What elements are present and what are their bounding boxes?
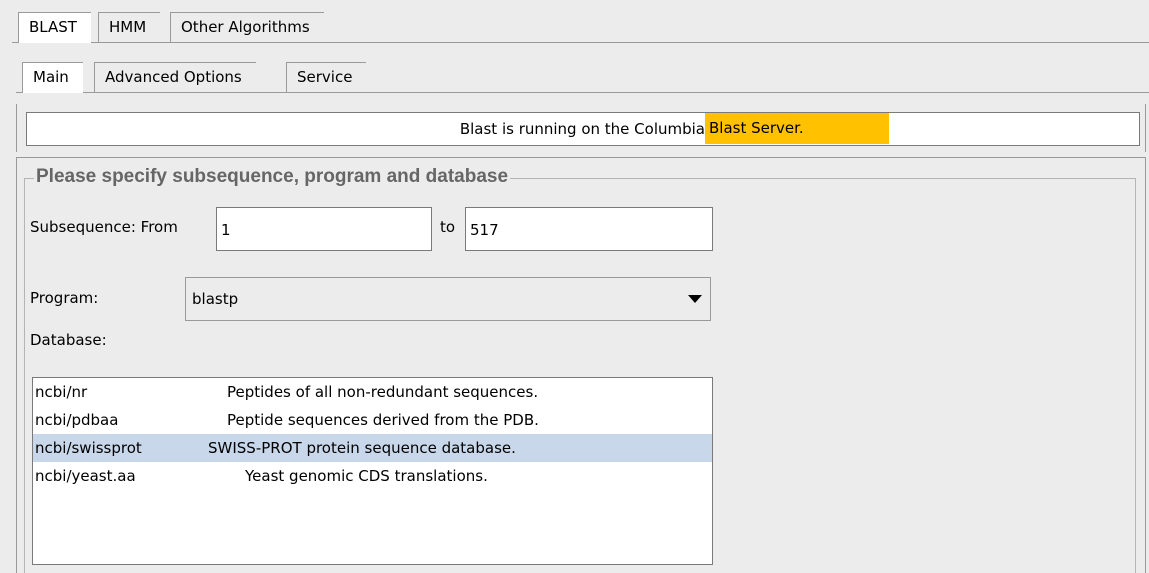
- subsequence-label: Subsequence: From: [30, 218, 178, 236]
- tab-service-label: Service: [297, 68, 353, 86]
- database-name: ncbi/yeast.aa: [35, 467, 136, 485]
- algorithm-tab-bar: BLAST HMM Other Algorithms: [12, 8, 1149, 43]
- program-label: Program:: [30, 289, 99, 307]
- database-list-item-selected[interactable]: ncbi/swissprot SWISS-PROT protein sequen…: [33, 434, 712, 462]
- status-highlight: Blast Server.: [705, 113, 889, 144]
- tab-main-label: Main: [33, 68, 69, 86]
- blast-dialog: BLAST HMM Other Algorithms Main Advanced…: [0, 0, 1149, 573]
- program-select-value: blastp: [192, 290, 239, 308]
- subsequence-from-input[interactable]: 1: [216, 207, 432, 251]
- database-list-item[interactable]: ncbi/pdbaa Peptide sequences derived fro…: [33, 406, 712, 434]
- subsequence-to-input[interactable]: 517: [465, 207, 713, 251]
- tab-other-algorithms-label: Other Algorithms: [181, 18, 310, 36]
- database-name: ncbi/nr: [35, 383, 88, 401]
- program-select[interactable]: blastp: [185, 277, 711, 321]
- tab-blast-label: BLAST: [29, 18, 77, 36]
- database-list-item[interactable]: ncbi/yeast.aa Yeast genomic CDS translat…: [33, 462, 712, 490]
- subsequence-to-label: to: [440, 218, 456, 236]
- dropdown-arrow-icon[interactable]: [688, 295, 702, 303]
- database-list-item[interactable]: ncbi/nr Peptides of all non-redundant se…: [33, 378, 712, 406]
- tab-hmm[interactable]: HMM: [98, 12, 161, 42]
- tab-hmm-label: HMM: [109, 18, 147, 36]
- status-text: Blast is running on the Columbia: [459, 120, 705, 138]
- database-label: Database:: [30, 331, 107, 349]
- tab-advanced-options[interactable]: Advanced Options: [94, 62, 256, 92]
- group-title: Please specify subsequence, program and …: [34, 166, 511, 188]
- database-name: ncbi/pdbaa: [35, 411, 119, 429]
- status-bar: Blast Server. Blast is running on the Co…: [26, 112, 1140, 146]
- tab-main[interactable]: Main: [22, 62, 83, 93]
- database-name: ncbi/swissprot: [35, 439, 142, 457]
- database-description: Peptides of all non-redundant sequences.: [227, 383, 539, 401]
- database-description: Peptide sequences derived from the PDB.: [227, 411, 539, 429]
- database-description: Yeast genomic CDS translations.: [245, 467, 488, 485]
- database-description: SWISS-PROT protein sequence database.: [208, 439, 516, 457]
- tab-blast[interactable]: BLAST: [18, 12, 91, 43]
- tab-advanced-options-label: Advanced Options: [105, 68, 242, 86]
- tab-other-algorithms[interactable]: Other Algorithms: [170, 12, 324, 42]
- options-tab-bar: Main Advanced Options Service: [16, 58, 1149, 93]
- tab-service[interactable]: Service: [286, 62, 367, 92]
- database-list[interactable]: ncbi/nr Peptides of all non-redundant se…: [32, 377, 713, 565]
- status-highlight-text: Blast Server.: [709, 119, 804, 137]
